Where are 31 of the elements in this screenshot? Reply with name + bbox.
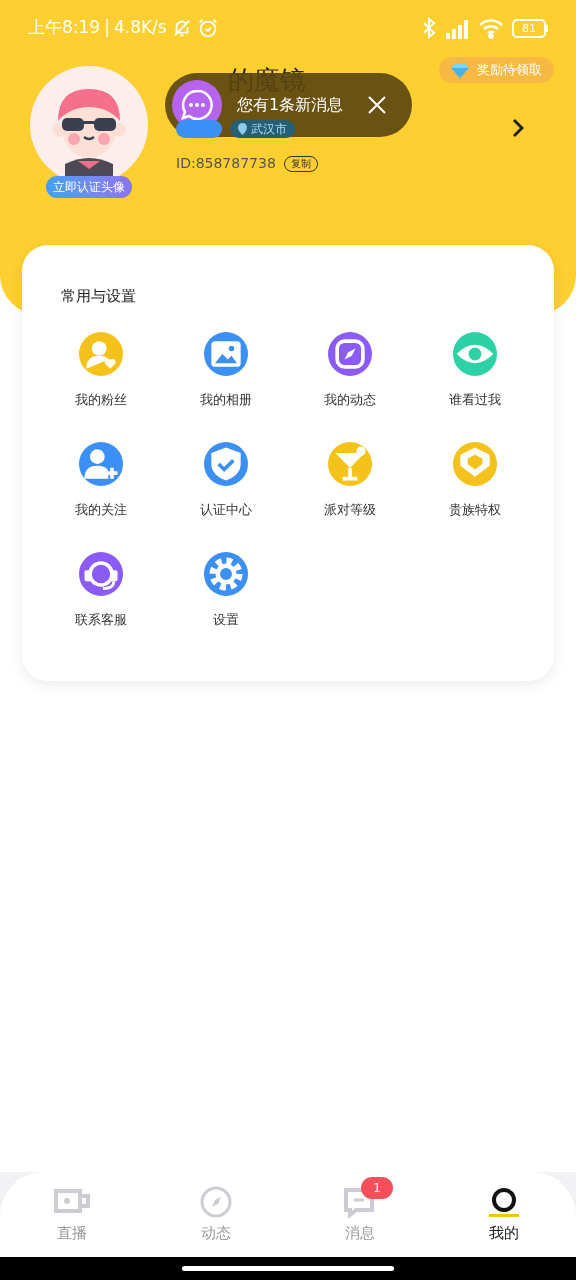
wifi-icon bbox=[478, 17, 504, 39]
ring-icon bbox=[486, 1186, 522, 1218]
section-title: 常用与设置 bbox=[60, 286, 137, 307]
menu-item[interactable]: 我的关注 bbox=[39, 441, 164, 530]
compass-icon bbox=[198, 1186, 234, 1218]
menu-item[interactable]: 贵族特权 bbox=[412, 441, 537, 530]
menu-item[interactable]: 我的粉丝 bbox=[39, 331, 164, 420]
chevron-right-icon[interactable] bbox=[512, 118, 524, 138]
status-separator: | bbox=[104, 16, 110, 40]
tab[interactable]: 我的 bbox=[432, 1176, 576, 1257]
menu-item[interactable]: 我的动态 bbox=[288, 331, 413, 420]
alarm-icon bbox=[196, 17, 219, 39]
close-icon[interactable] bbox=[368, 96, 386, 114]
user-id: ID:858787738 bbox=[176, 154, 276, 173]
menu-item[interactable]: 设置 bbox=[163, 551, 288, 640]
status-time: 上午8:19 bbox=[28, 16, 101, 40]
unread-badge: 1 bbox=[361, 1177, 393, 1199]
menu-item[interactable]: 派对等级 bbox=[288, 441, 413, 530]
network-speed: 4.8K/s bbox=[113, 16, 167, 40]
menu-item[interactable]: 认证中心 bbox=[163, 441, 288, 530]
location-pin-icon bbox=[238, 123, 247, 135]
diamond-icon bbox=[451, 62, 469, 78]
menu-item[interactable]: 联系客服 bbox=[39, 551, 164, 640]
toast-message: 您有1条新消息 bbox=[237, 94, 344, 116]
location-tag: 武汉市 bbox=[230, 120, 295, 138]
bluetooth-icon bbox=[422, 17, 436, 39]
menu-item[interactable]: 谁看过我 bbox=[412, 331, 537, 420]
battery-level: 81 bbox=[522, 22, 536, 34]
menu-item[interactable]: 我的相册 bbox=[163, 331, 288, 420]
signal-icon bbox=[444, 17, 470, 39]
user-name: 的魔镜 bbox=[227, 66, 306, 94]
